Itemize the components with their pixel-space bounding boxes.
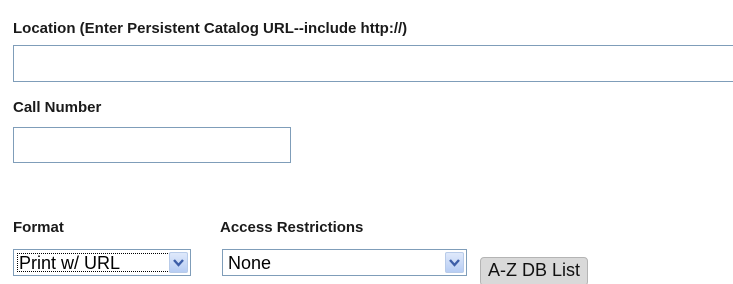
- call-number-label: Call Number: [13, 99, 102, 116]
- format-selected-value: Print w/ URL: [19, 253, 121, 273]
- location-input[interactable]: [13, 45, 733, 82]
- format-select[interactable]: Print w/ URL: [13, 249, 191, 276]
- access-restrictions-select[interactable]: None: [222, 249, 467, 276]
- format-label: Format: [13, 219, 64, 236]
- chevron-down-icon[interactable]: [445, 252, 464, 273]
- location-label: Location (Enter Persistent Catalog URL--…: [13, 20, 408, 37]
- catalog-form: Location (Enter Persistent Catalog URL--…: [0, 0, 733, 284]
- call-number-input[interactable]: [13, 127, 291, 163]
- az-db-list-button[interactable]: A-Z DB List: [480, 257, 589, 284]
- access-restrictions-selected-value: None: [228, 253, 272, 273]
- chevron-down-icon[interactable]: [169, 252, 188, 273]
- access-restrictions-label: Access Restrictions: [220, 219, 364, 236]
